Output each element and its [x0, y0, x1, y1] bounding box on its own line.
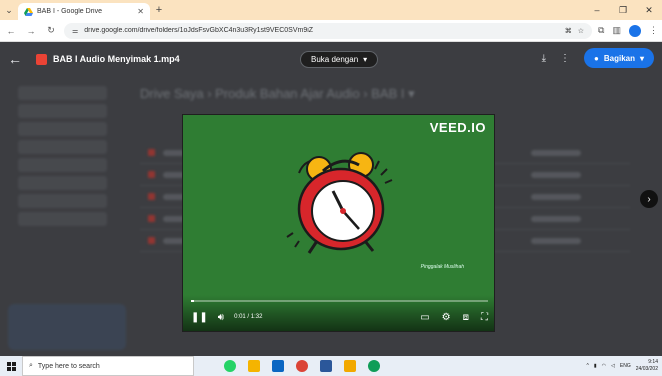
open-with-label: Buka dengan — [311, 55, 359, 64]
clock-date: 24/03/202 — [635, 366, 658, 372]
toolbar-actions: ⧉ ▥ ⋮ — [598, 24, 658, 37]
arrow-left-icon: ← — [8, 51, 22, 67]
battery-icon[interactable]: ▮ — [594, 363, 597, 369]
sidebar-item — [18, 122, 107, 136]
arrow-right-icon: → — [26, 25, 36, 36]
captions-icon[interactable]: ▭ — [420, 312, 429, 323]
tray-clock[interactable]: 9:14 24/03/202 — [636, 359, 658, 373]
sidebar-item — [18, 158, 107, 172]
tab-search-button[interactable]: ⌄ — [0, 0, 18, 20]
new-tab-button[interactable]: + — [150, 0, 168, 20]
next-file-button[interactable]: › — [640, 190, 658, 208]
system-tray: ^ ▮ ◠ ◁ ENG 9:14 24/03/202 — [587, 359, 662, 373]
tune-icon[interactable]: ⚌ — [72, 27, 78, 35]
more-vert-icon[interactable]: ⋮ — [560, 53, 570, 64]
tab-title: BAB I - Google Drive — [37, 8, 102, 15]
speaker-icon[interactable]: ◁ — [611, 363, 615, 369]
store-icon[interactable] — [272, 360, 284, 372]
windows-icon — [6, 361, 16, 371]
volume-icon[interactable]: 🔊︎ — [218, 312, 224, 323]
sidebar-item — [18, 176, 107, 190]
drive-file-viewer: Drive Saya › Produk Bahan Ajar Audio › B… — [0, 42, 662, 356]
share-label: Bagikan — [603, 53, 635, 63]
sidepanel-icon[interactable]: ▥ — [612, 25, 621, 36]
pause-icon[interactable]: ❚❚ — [191, 312, 208, 323]
progress-bar[interactable] — [191, 300, 488, 302]
share-button[interactable]: ● Bagikan ▾ — [584, 48, 654, 68]
viewer-actions: ⤓ ⋮ ● Bagikan ▾ — [542, 48, 654, 68]
minimize-icon[interactable]: – — [584, 0, 610, 20]
lock-icon: ● — [594, 53, 599, 63]
fullscreen-icon[interactable]: ⛶ — [481, 312, 488, 323]
sidebar-item — [18, 212, 107, 226]
google-drive-icon — [24, 7, 33, 16]
breadcrumb: Drive Saya › Produk Bahan Ajar Audio › B… — [140, 86, 415, 101]
taskbar-apps — [224, 360, 380, 372]
maximize-icon[interactable]: ❐ — [610, 0, 636, 20]
forward-button[interactable]: → — [24, 24, 38, 38]
alarm-clock-illustration — [286, 152, 393, 254]
chrome-icon[interactable] — [296, 360, 308, 372]
download-icon[interactable]: ⤓ — [542, 53, 546, 64]
video-player[interactable]: VEED.IO Pinggalak Muslihah ❚❚ 🔊︎ 0:01 / … — [182, 114, 495, 332]
clock-time: 9:14 — [648, 359, 658, 365]
tab-strip: ⌄ BAB I - Google Drive ✕ + – ❐ ✕ — [0, 0, 662, 20]
search-icon: ⌕ — [29, 362, 33, 369]
open-with-button[interactable]: Buka dengan ▾ — [300, 51, 379, 68]
reload-button[interactable]: ↻ — [44, 24, 58, 38]
close-window-icon[interactable]: ✕ — [636, 0, 662, 20]
language-indicator[interactable]: ENG — [620, 363, 631, 369]
word-icon[interactable] — [320, 360, 332, 372]
star-icon[interactable]: ☆ — [578, 27, 584, 35]
player-controls: ❚❚ 🔊︎ 0:01 / 1:32 ▭ ⚙ ⧈ ⛶ — [183, 295, 494, 331]
chevron-up-icon[interactable]: ^ — [587, 363, 589, 369]
sidebar-item — [18, 194, 107, 208]
url-text: drive.google.com/drive/folders/1oJdsFsvG… — [84, 27, 314, 34]
video-file-icon — [36, 53, 47, 65]
settings-icon[interactable]: ⚙ — [442, 312, 451, 323]
taskbar-search[interactable]: ⌕ Type here to search — [22, 356, 194, 376]
browser-tab[interactable]: BAB I - Google Drive ✕ — [18, 3, 150, 20]
windows-taskbar: ⌕ Type here to search ^ ▮ ◠ ◁ ENG 9:14 2… — [0, 356, 662, 376]
profile-avatar[interactable] — [629, 24, 641, 37]
photos-icon[interactable] — [344, 360, 356, 372]
plus-icon: + — [155, 4, 163, 16]
picture-in-picture-icon[interactable]: ⧈ — [463, 312, 469, 323]
storage-card — [8, 304, 126, 350]
chevron-down-icon: ⌄ — [5, 4, 13, 15]
sidebar-item — [18, 140, 107, 154]
close-icon[interactable]: ✕ — [137, 7, 144, 16]
viewer-header: ← BAB I Audio Menyimak 1.mp4 Buka dengan… — [0, 42, 662, 76]
progress-fill — [191, 300, 195, 302]
whatsapp-icon[interactable] — [224, 360, 236, 372]
start-button[interactable] — [0, 356, 22, 376]
more-vert-icon[interactable]: ⋮ — [649, 25, 658, 36]
sidebar-item — [18, 86, 107, 100]
browser-toolbar: ← → ↻ ⚌ drive.google.com/drive/folders/1… — [0, 20, 662, 42]
control-right: ▭ ⚙ ⧈ ⛶ — [420, 312, 488, 323]
veed-logo: VEED.IO — [429, 120, 486, 135]
search-placeholder: Type here to search — [37, 362, 100, 370]
chevron-right-icon: › — [647, 193, 651, 205]
control-row: ❚❚ 🔊︎ 0:01 / 1:32 ▭ ⚙ ⧈ ⛶ — [191, 309, 488, 325]
file-title: BAB I Audio Menyimak 1.mp4 — [53, 54, 180, 64]
time-display: 0:01 / 1:32 — [234, 314, 263, 320]
video-watermark: Pinggalak Muslihah — [420, 264, 464, 270]
back-button[interactable]: ← — [4, 24, 18, 38]
sidebar-item — [18, 104, 107, 118]
translate-icon[interactable]: ⌘ — [565, 27, 572, 35]
caret-down-icon: ▾ — [639, 53, 644, 63]
close-viewer-button[interactable]: ← — [0, 42, 30, 76]
reload-icon: ↻ — [47, 25, 55, 35]
file-explorer-icon[interactable] — [248, 360, 260, 372]
wifi-icon[interactable]: ◠ — [602, 363, 606, 369]
arrow-left-icon: ← — [6, 25, 16, 36]
chrome-profile-icon[interactable] — [368, 360, 380, 372]
caret-down-icon: ▾ — [363, 55, 368, 64]
window-controls: – ❐ ✕ — [584, 0, 662, 20]
puzzle-icon[interactable]: ⧉ — [598, 25, 604, 36]
address-bar[interactable]: ⚌ drive.google.com/drive/folders/1oJdsFs… — [64, 22, 593, 39]
